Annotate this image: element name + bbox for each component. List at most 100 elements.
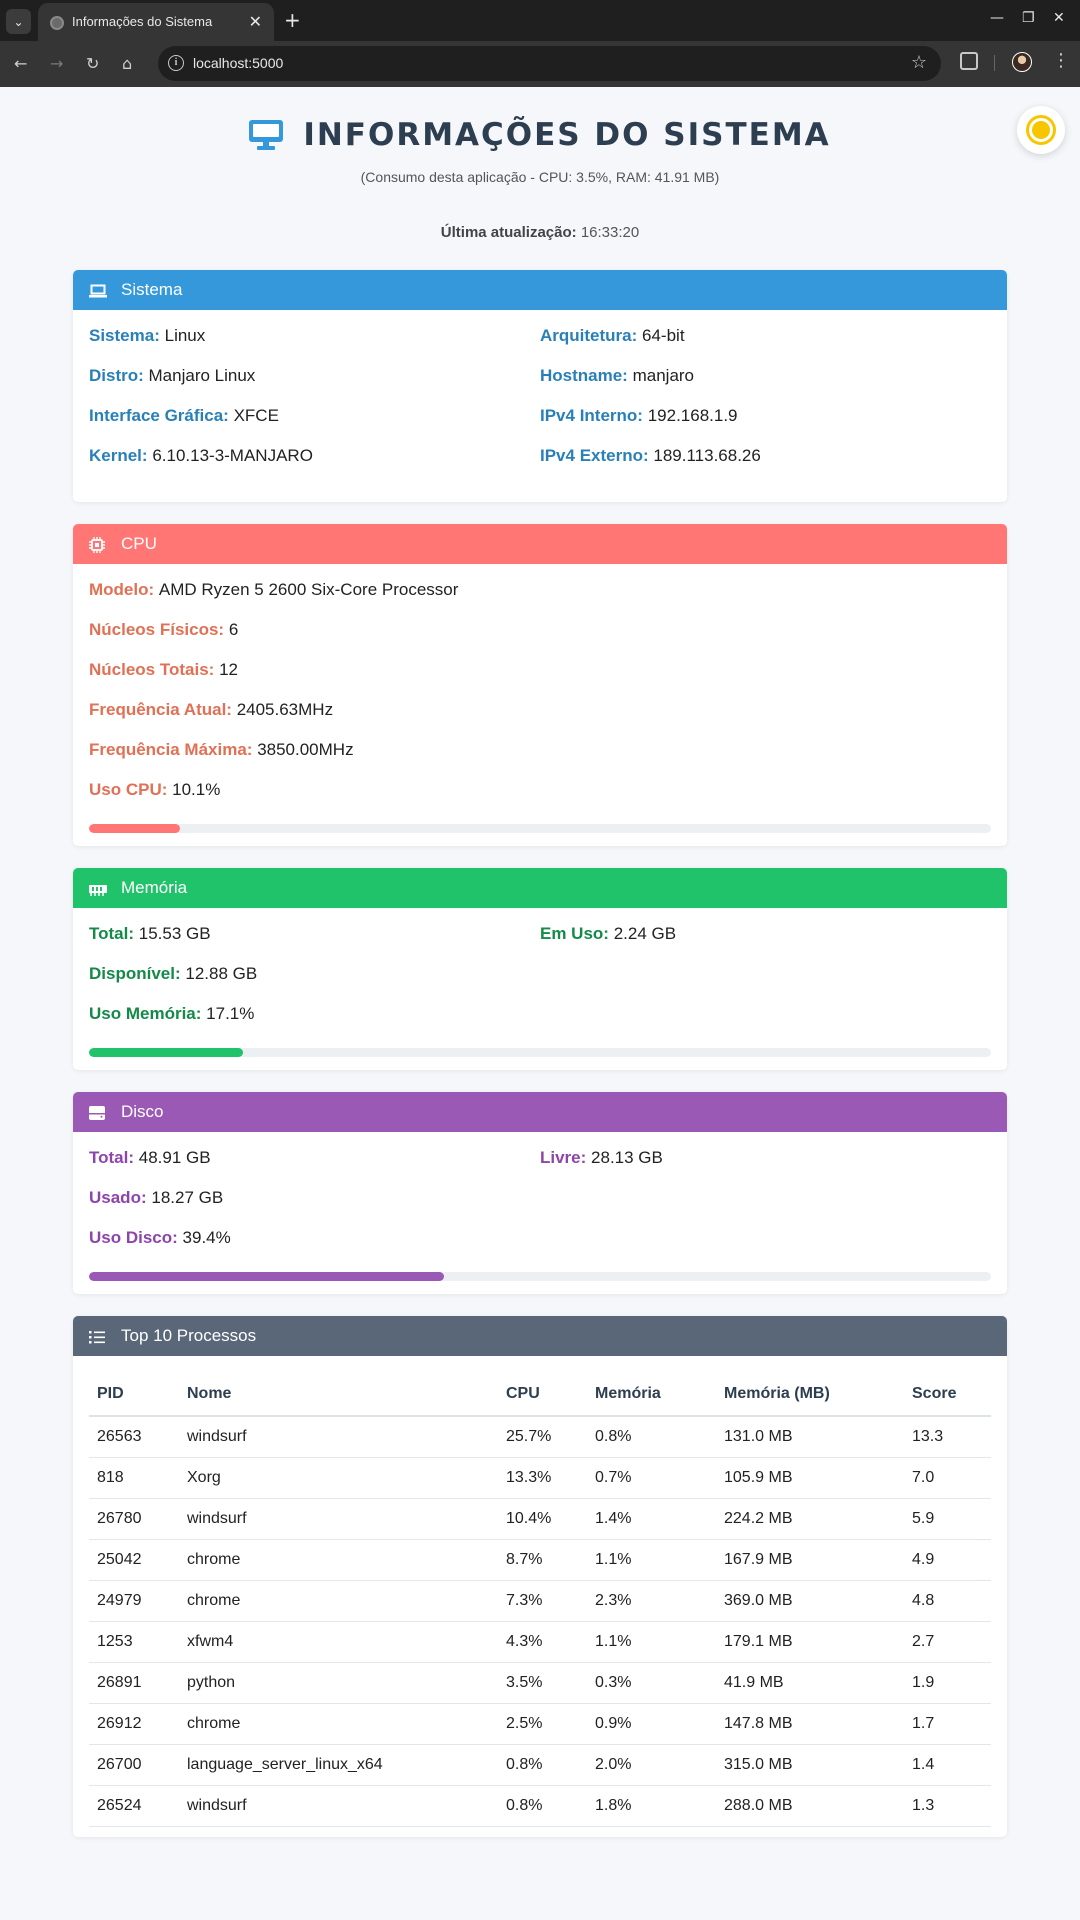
field-kernel: Kernel: 6.10.13-3-MANJARO — [89, 446, 540, 486]
address-bar[interactable]: i localhost:5000 ☆ — [158, 46, 941, 81]
field-value: XFCE — [233, 406, 279, 425]
field-nucleos-totais: Núcleos Totais: 12 — [89, 660, 991, 700]
processes-table: PID Nome CPU Memória Memória (MB) Score … — [89, 1372, 991, 1827]
table-cell: 26891 — [89, 1662, 179, 1704]
memory-icon — [89, 881, 107, 896]
processes-card-header: Top 10 Processos — [73, 1316, 1007, 1356]
table-cell: 0.8% — [587, 1416, 716, 1458]
field-label: IPv4 Interno: — [540, 406, 643, 425]
field-value: 10.1% — [172, 780, 221, 799]
field-label: IPv4 Externo: — [540, 446, 649, 465]
field-hostname: Hostname: manjaro — [540, 366, 991, 406]
minimize-icon[interactable]: — — [990, 10, 1004, 26]
table-cell: 1.4% — [587, 1498, 716, 1540]
field-interface: Interface Gráfica: XFCE — [89, 406, 540, 446]
table-cell: 315.0 MB — [716, 1744, 904, 1786]
table-row: 1253 xfwm4 4.3% 1.1% 179.1 MB 2.7 — [89, 1621, 991, 1663]
list-icon — [89, 1329, 107, 1344]
reload-icon[interactable]: ↻ — [86, 54, 99, 73]
browser-tab-strip: ⌄ Informações do Sistema ✕ + — ❐ ✕ — [0, 0, 1080, 41]
page-title: INFORMAÇÕES DO SISTEMA — [249, 117, 830, 153]
field-nucleos-fisicos: Núcleos Físicos: 6 — [89, 620, 991, 660]
table-cell: 24979 — [89, 1580, 179, 1622]
field-value: AMD Ryzen 5 2600 Six-Core Processor — [158, 580, 459, 599]
field-label: Disponível: — [89, 964, 181, 983]
site-info-icon[interactable]: i — [168, 55, 184, 71]
table-cell: 1.7 — [904, 1703, 991, 1745]
globe-icon — [50, 16, 64, 30]
processes-card: Top 10 Processos PID Nome CPU Memória Me… — [73, 1316, 1007, 1837]
field-value: 15.53 GB — [138, 924, 211, 943]
close-tab-icon[interactable]: ✕ — [249, 12, 262, 31]
table-cell: 1.9 — [904, 1662, 991, 1704]
bookmark-star-icon[interactable]: ☆ — [911, 52, 927, 73]
url-text[interactable]: localhost:5000 — [193, 55, 283, 71]
browser-tab[interactable]: Informações do Sistema ✕ — [38, 3, 274, 41]
field-label: Usado: — [89, 1188, 147, 1207]
table-cell: 13.3% — [498, 1457, 587, 1499]
forward-icon[interactable]: → — [50, 54, 63, 73]
extensions-icon[interactable] — [960, 52, 978, 70]
field-label: Interface Gráfica: — [89, 406, 229, 425]
table-cell: 179.1 MB — [716, 1621, 904, 1663]
field-value: 18.27 GB — [151, 1188, 224, 1207]
profile-avatar[interactable] — [1012, 52, 1032, 72]
field-value: 189.113.68.26 — [653, 446, 761, 465]
back-icon[interactable]: ← — [14, 54, 27, 73]
cpu-card-header: CPU — [73, 524, 1007, 564]
field-modelo: Modelo: AMD Ryzen 5 2600 Six-Core Proces… — [89, 580, 991, 620]
system-card-title: Sistema — [121, 280, 183, 299]
disk-usage-fill — [89, 1272, 445, 1281]
close-window-icon[interactable]: ✕ — [1053, 10, 1065, 26]
table-cell: windsurf — [179, 1416, 498, 1458]
table-cell: 4.3% — [498, 1621, 587, 1663]
cpu-usage-fill — [89, 824, 181, 833]
field-label: Uso Disco: — [89, 1228, 178, 1247]
field-label: Em Uso: — [540, 924, 609, 943]
tab-title: Informações do Sistema — [72, 14, 213, 29]
field-sistema: Sistema: Linux — [89, 326, 540, 366]
table-cell: 0.3% — [587, 1662, 716, 1704]
table-cell: 0.8% — [498, 1785, 587, 1827]
field-value: 2405.63MHz — [236, 700, 334, 719]
field-arquitetura: Arquitetura: 64-bit — [540, 326, 991, 366]
field-label: Hostname: — [540, 366, 628, 385]
field-value: 2.24 GB — [613, 924, 677, 943]
disk-card-title: Disco — [121, 1102, 164, 1121]
disk-card-header: Disco — [73, 1092, 1007, 1132]
table-cell: 147.8 MB — [716, 1703, 904, 1745]
page-title-text: INFORMAÇÕES DO SISTEMA — [303, 117, 831, 153]
last-update: Última atualização: 16:33:20 — [0, 224, 1080, 241]
field-label: Distro: — [89, 366, 144, 385]
app-consumption-note: (Consumo desta aplicação - CPU: 3.5%, RA… — [360, 169, 720, 185]
browser-menu-icon[interactable]: ⋮ — [1052, 50, 1070, 71]
field-value: 28.13 GB — [591, 1148, 663, 1167]
field-label: Uso CPU: — [89, 780, 168, 799]
home-icon[interactable]: ⌂ — [122, 54, 132, 73]
table-cell: 1253 — [89, 1621, 179, 1663]
field-distro: Distro: Manjaro Linux — [89, 366, 540, 406]
table-cell: 167.9 MB — [716, 1539, 904, 1581]
column-header: Memória — [587, 1372, 716, 1417]
table-cell: windsurf — [179, 1785, 498, 1827]
table-cell: 1.4 — [904, 1744, 991, 1786]
table-cell: 26524 — [89, 1785, 179, 1827]
field-label: Kernel: — [89, 446, 148, 465]
tab-search-button[interactable]: ⌄ — [6, 9, 31, 34]
field-value: 192.168.1.9 — [647, 406, 738, 425]
field-label: Frequência Atual: — [89, 700, 232, 719]
table-cell: 25042 — [89, 1539, 179, 1581]
table-row: 26700 language_server_linux_x64 0.8% 2.0% 31… — [89, 1744, 991, 1786]
table-cell: 26780 — [89, 1498, 179, 1540]
field-freq-max: Frequência Máxima: 3850.00MHz — [89, 740, 991, 780]
table-cell: 2.3% — [587, 1580, 716, 1622]
hard-drive-icon — [89, 1105, 107, 1120]
disk-usage-bar — [89, 1272, 991, 1281]
memory-usage-bar — [89, 1048, 991, 1057]
memory-card-title: Memória — [121, 878, 188, 897]
table-cell: 1.1% — [587, 1621, 716, 1663]
maximize-icon[interactable]: ❐ — [1022, 10, 1035, 26]
table-cell: chrome — [179, 1703, 498, 1745]
new-tab-button[interactable]: + — [284, 8, 301, 32]
table-cell: 224.2 MB — [716, 1498, 904, 1540]
